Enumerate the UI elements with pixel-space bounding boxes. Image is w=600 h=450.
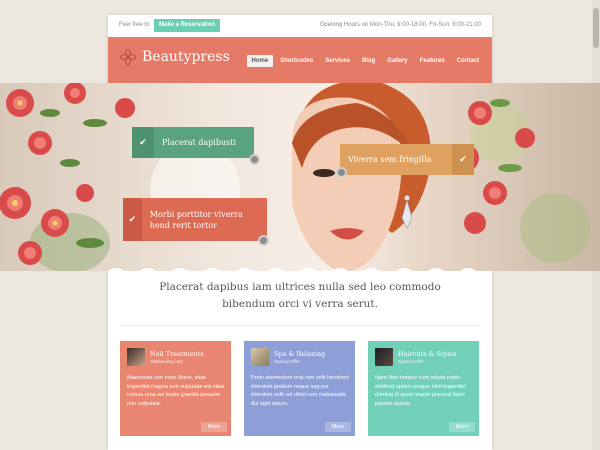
more-button[interactable]: More	[449, 422, 475, 432]
service-card: Nail Treatments Subheading text Maecenas…	[120, 341, 231, 436]
hero-callout[interactable]: ✔ Placerat dapibusti	[132, 127, 254, 158]
nav-services[interactable]: Services	[320, 55, 355, 67]
hotspot-pin[interactable]	[336, 167, 347, 178]
nav-blog[interactable]: Blog	[357, 55, 380, 67]
spa-thumbnail	[251, 348, 269, 366]
nav-features[interactable]: Features	[415, 55, 450, 67]
hero-callout[interactable]: ✔ Viverra sem fringilla	[340, 144, 474, 175]
section-divider	[120, 325, 480, 326]
site-header: Beautypress Home Shortcodes Services Blo…	[108, 37, 492, 83]
hero-slider[interactable]: ✔ Placerat dapibusti ✔ Viverra sem fring…	[0, 83, 600, 271]
card-subtitle: Subheading text	[150, 359, 183, 364]
page-container: Feel free to Make a Reservation Opening …	[0, 15, 600, 450]
hero-callout[interactable]: ✔ Morbi porttitor viverra hend rerit tor…	[123, 198, 267, 241]
callout-text: Placerat dapibusti	[162, 138, 236, 147]
nav-shortcodes[interactable]: Shortcodes	[275, 55, 318, 67]
hotspot-pin[interactable]	[258, 235, 269, 246]
reservation-button[interactable]: Make a Reservation	[154, 19, 221, 32]
nail-treatment-thumbnail	[127, 348, 145, 366]
logo[interactable]: Beautypress	[120, 49, 230, 65]
check-icon: ✔	[132, 127, 154, 158]
flower-logo-icon	[120, 49, 136, 65]
callout-text: Viverra sem fringilla	[348, 155, 432, 164]
top-bar: Feel free to Make a Reservation Opening …	[108, 15, 492, 37]
card-subtitle: Special Offer	[274, 359, 300, 364]
wave-divider	[108, 268, 492, 275]
flowers-right-image	[451, 99, 535, 234]
site-name: Beautypress	[142, 49, 230, 65]
card-body: Nam liber tempor cum soluta nobis eleife…	[375, 375, 466, 407]
service-card: Haircuts & Styles Special Offer Nam libe…	[368, 341, 479, 436]
service-card: Spa & Relaxing Special Offer Proin eleme…	[244, 341, 355, 436]
card-title: Haircuts & Styles	[398, 350, 457, 358]
nav-gallery[interactable]: Gallery	[382, 55, 412, 67]
card-body: Proin elementum erat non velit hendrerit…	[251, 375, 349, 407]
callout-text: Morbi porttitor viverra hend rerit torto…	[149, 209, 243, 230]
more-button[interactable]: More	[201, 422, 227, 432]
opening-hours: Opening Hours on Mon-Thu: 9:00-18:00, Fr…	[319, 22, 481, 28]
topbar-intro: Feel free to	[119, 22, 150, 28]
hotspot-pin[interactable]	[249, 154, 260, 165]
card-title: Spa & Relaxing	[274, 350, 326, 358]
model-portrait-image	[292, 83, 431, 271]
check-icon: ✔	[452, 144, 474, 175]
card-subtitle: Special Offer	[398, 359, 424, 364]
main-nav: Home Shortcodes Services Blog Gallery Fe…	[245, 55, 484, 67]
more-button[interactable]: More	[325, 422, 351, 432]
check-icon: ✔	[123, 198, 142, 241]
nav-home[interactable]: Home	[246, 55, 274, 67]
nav-contact[interactable]: Contact	[452, 55, 484, 67]
scrollbar-thumb[interactable]	[593, 8, 599, 48]
flowers-left-image	[0, 83, 135, 265]
intro-headline: Placerat dapibus iam ultrices nulla sed …	[159, 281, 441, 310]
haircut-thumbnail	[375, 348, 393, 366]
card-body: Maecenas non nunc libero, vitae imperdie…	[127, 375, 225, 407]
card-title: Nail Treatments	[150, 350, 204, 358]
